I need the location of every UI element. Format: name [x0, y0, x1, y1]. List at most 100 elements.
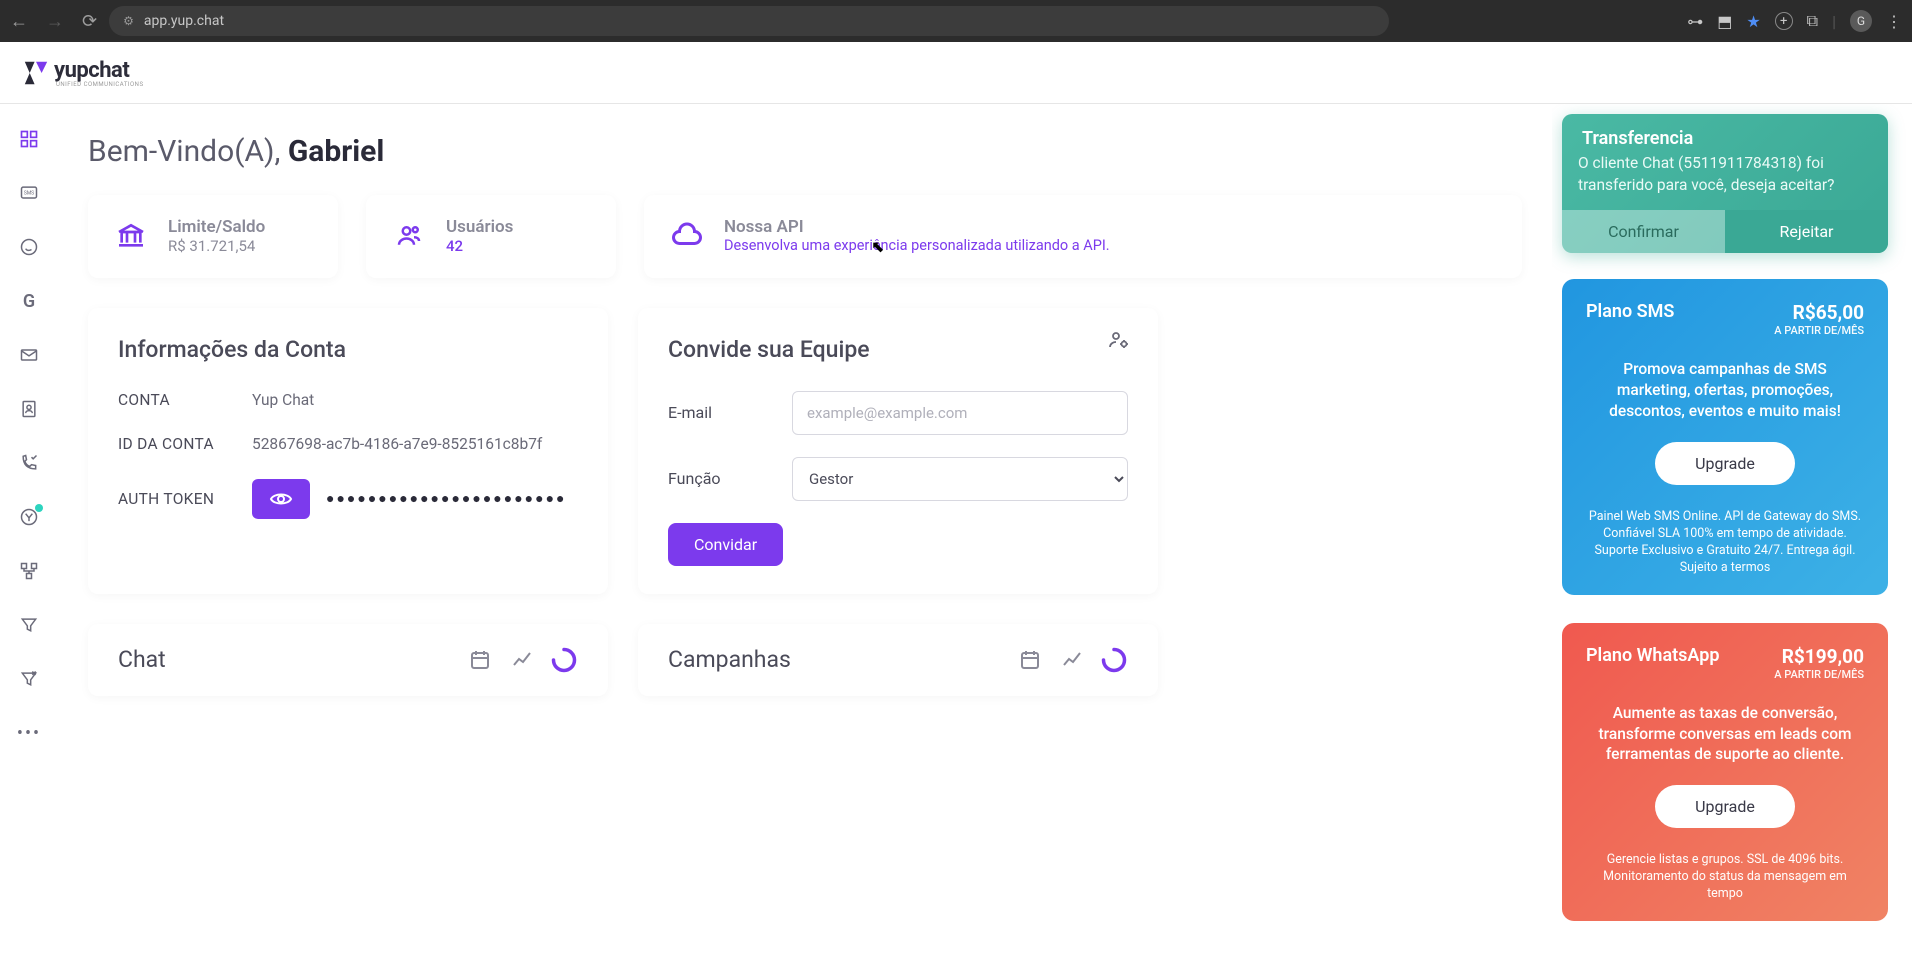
account-title: Informações da Conta: [118, 336, 578, 363]
plan-wa-upgrade-button[interactable]: Upgrade: [1655, 785, 1795, 828]
campaigns-title: Campanhas: [668, 646, 791, 673]
logo-mark-icon: [22, 59, 50, 87]
divider: |: [1832, 12, 1836, 31]
logo-subtitle: UNIFIED COMMUNICATIONS: [56, 81, 144, 88]
api-desc: Desenvolva uma experiência personalizada…: [724, 237, 1110, 256]
reload-icon[interactable]: ⟳: [82, 11, 97, 32]
balance-value: R$ 31.721,54: [168, 237, 265, 255]
nav-contacts[interactable]: [18, 398, 40, 420]
welcome-name: Gabriel: [288, 134, 384, 169]
profile-avatar[interactable]: G: [1850, 10, 1872, 32]
value-conta: Yup Chat: [252, 391, 314, 409]
toast-confirm-button[interactable]: Confirmar: [1562, 210, 1725, 253]
extensions-icon[interactable]: ⧉: [1807, 11, 1818, 31]
nav-flow[interactable]: [18, 560, 40, 582]
email-icon: [19, 345, 39, 365]
plan-sms-desc: Promova campanhas de SMS marketing, ofer…: [1586, 359, 1864, 422]
forward-icon[interactable]: →: [46, 11, 64, 32]
nav-sms[interactable]: SMS: [18, 182, 40, 204]
new-tab-plus-icon[interactable]: +: [1775, 12, 1793, 30]
site-settings-icon: ⚙: [123, 14, 134, 28]
back-icon[interactable]: ←: [10, 11, 28, 32]
loading-circle-icon[interactable]: [550, 646, 578, 674]
nav-yup[interactable]: [18, 506, 40, 528]
plan-wa-desc: Aumente as taxas de conversão, transform…: [1586, 703, 1864, 766]
email-label: E-mail: [668, 403, 792, 422]
nav-dashboard[interactable]: [18, 128, 40, 150]
nav-calls[interactable]: [18, 452, 40, 474]
plan-sms-per: A PARTIR DE/MÊS: [1774, 324, 1864, 337]
label-token: AUTH TOKEN: [118, 490, 252, 508]
trend-icon[interactable]: [1058, 646, 1086, 674]
more-horizontal-icon: •••: [17, 723, 41, 744]
nav-filter[interactable]: [18, 614, 40, 636]
nav-google[interactable]: G: [18, 290, 40, 312]
flow-icon: [19, 561, 39, 581]
dashboard-icon: [19, 129, 39, 149]
invite-button[interactable]: Convidar: [668, 523, 783, 566]
welcome-prefix: Bem-Vindo(A),: [88, 134, 288, 169]
filter-icon: [19, 615, 39, 635]
panel-chat-stats: Chat: [88, 624, 608, 696]
url-bar[interactable]: ⚙ app.yup.chat: [109, 6, 1389, 36]
filter-x-icon: [19, 669, 39, 689]
bank-icon: [112, 217, 150, 255]
phone-check-icon: [19, 453, 39, 473]
users-value: 42: [446, 237, 513, 255]
plan-sms-foot: Painel Web SMS Online. API de Gateway do…: [1586, 509, 1864, 577]
loading-circle-icon[interactable]: [1100, 646, 1128, 674]
reveal-token-button[interactable]: [252, 479, 310, 519]
panel-account-info: Informações da Conta CONTA Yup Chat ID D…: [88, 308, 608, 594]
card-users[interactable]: Usuários 42: [366, 195, 616, 278]
card-api[interactable]: Nossa API Desenvolva uma experiência per…: [644, 195, 1522, 278]
label-conta: CONTA: [118, 391, 252, 409]
toast-body: O cliente Chat (5511911784318) foi trans…: [1562, 153, 1888, 210]
calendar-icon[interactable]: [466, 646, 494, 674]
browser-chrome: ← → ⟳ ⚙ app.yup.chat ⊶ ⬒ ★ + ⧉ | G ⋮: [0, 0, 1912, 42]
users-title: Usuários: [446, 217, 513, 237]
role-select[interactable]: Gestor: [792, 457, 1128, 501]
bookmark-star-icon[interactable]: ★: [1746, 12, 1760, 31]
role-label: Função: [668, 469, 792, 488]
toast-title: Transferencia: [1562, 114, 1888, 153]
toast-reject-button[interactable]: Rejeitar: [1725, 210, 1888, 253]
google-icon: G: [23, 291, 35, 312]
token-masked: ●●●●●●●●●●●●●●●●●●●●●●●: [326, 490, 567, 507]
right-column: Transferencia O cliente Chat (5511911784…: [1552, 104, 1912, 960]
nav-more[interactable]: •••: [18, 722, 40, 744]
sidebar: SMS G •••: [0, 104, 58, 960]
trend-icon[interactable]: [508, 646, 536, 674]
transfer-toast: Transferencia O cliente Chat (5511911784…: [1562, 114, 1888, 253]
sms-icon: SMS: [19, 183, 39, 203]
plan-wa-foot: Gerencie listas e grupos. SSL de 4096 bi…: [1586, 852, 1864, 903]
plan-wa-per: A PARTIR DE/MÊS: [1774, 668, 1864, 681]
plan-sms-price: R$65,00: [1774, 301, 1864, 324]
plan-sms-name: Plano SMS: [1586, 301, 1674, 322]
plan-wa-name: Plano WhatsApp: [1586, 645, 1719, 666]
label-id: ID DA CONTA: [118, 435, 252, 453]
email-input[interactable]: [792, 391, 1128, 435]
welcome-heading: Bem-Vindo(A), Gabriel: [88, 134, 1522, 169]
manage-team-icon[interactable]: [1106, 328, 1130, 356]
card-balance[interactable]: Limite/Saldo R$ 31.721,54: [88, 195, 338, 278]
eye-icon: [269, 487, 293, 511]
calendar-icon[interactable]: [1016, 646, 1044, 674]
chat-title: Chat: [118, 646, 166, 673]
nav-filter-remove[interactable]: [18, 668, 40, 690]
balance-title: Limite/Saldo: [168, 217, 265, 237]
nav-whatsapp[interactable]: [18, 236, 40, 258]
nav-email[interactable]: [18, 344, 40, 366]
value-id: 52867698-ac7b-4186-a7e9-8525161c8b7f: [252, 435, 542, 453]
panel-campaigns-stats: Campanhas: [638, 624, 1158, 696]
api-title: Nossa API: [724, 217, 1110, 237]
users-icon: [390, 217, 428, 255]
plan-whatsapp-card: Plano WhatsApp R$199,00 A PARTIR DE/MÊS …: [1562, 623, 1888, 921]
invite-title: Convide sua Equipe: [668, 336, 1128, 363]
install-app-icon[interactable]: ⬒: [1717, 12, 1732, 31]
kebab-menu-icon[interactable]: ⋮: [1886, 12, 1902, 31]
panel-invite-team: Convide sua Equipe E-mail Função Gestor …: [638, 308, 1158, 594]
plan-wa-price: R$199,00: [1774, 645, 1864, 668]
logo[interactable]: yupchat UNIFIED COMMUNICATIONS: [22, 58, 144, 88]
password-key-icon[interactable]: ⊶: [1687, 12, 1703, 31]
plan-sms-upgrade-button[interactable]: Upgrade: [1655, 442, 1795, 485]
